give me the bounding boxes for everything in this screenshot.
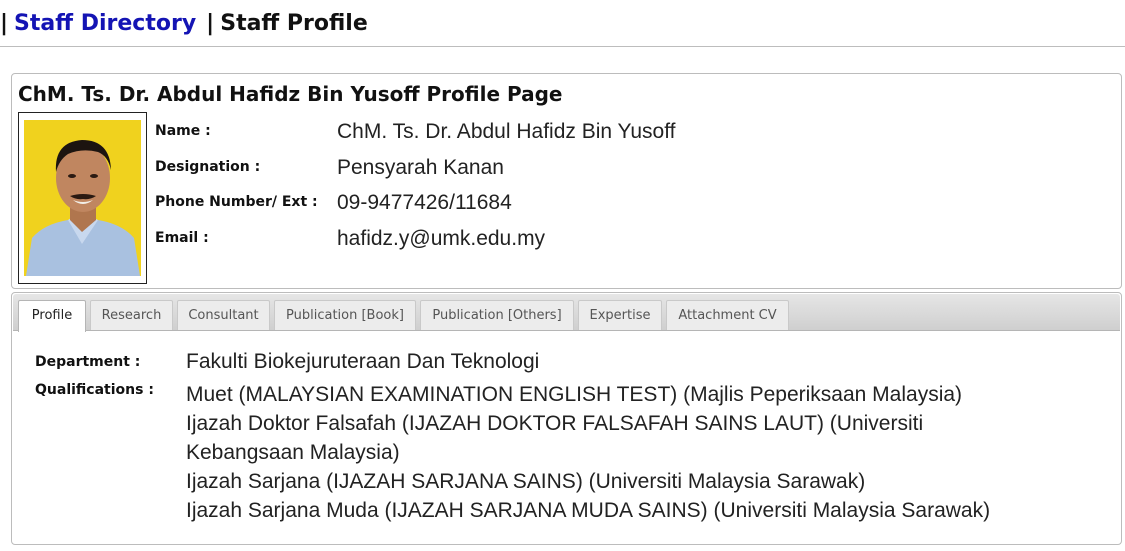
qualification-item: Muet (MALAYSIAN EXAMINATION ENGLISH TEST… xyxy=(186,383,963,406)
tab-publication-book[interactable]: Publication [Book] xyxy=(274,300,416,330)
profile-photo xyxy=(24,120,141,276)
profile-page-title: ChM. Ts. Dr. Abdul Hafidz Bin Yusoff Pro… xyxy=(18,82,563,106)
profile-tabs-panel: Profile Research Consultant Publication … xyxy=(11,292,1122,545)
qualifications-label: Qualifications : xyxy=(35,382,154,398)
email-value[interactable]: hafidz.y@umk.edu.my xyxy=(337,227,545,251)
breadcrumb-separator: | xyxy=(0,11,9,36)
staff-directory-link[interactable]: Staff Directory xyxy=(14,11,196,36)
profile-card: ChM. Ts. Dr. Abdul Hafidz Bin Yusoff Pro… xyxy=(11,73,1122,289)
phone-label: Phone Number/ Ext : xyxy=(155,194,318,210)
person-photo-icon xyxy=(24,120,141,276)
designation-label: Designation : xyxy=(155,159,261,175)
profile-photo-frame xyxy=(18,112,147,284)
qualification-item: Ijazah Sarjana (IJAZAH SARJANA SAINS) (U… xyxy=(186,470,866,493)
current-page-label: Staff Profile xyxy=(220,11,368,36)
department-value: Fakulti Biokejuruteraan Dan Teknologi xyxy=(186,350,540,373)
tab-profile[interactable]: Profile xyxy=(18,300,86,332)
phone-value: 09-9477426/11684 xyxy=(337,191,512,214)
email-label: Email : xyxy=(155,230,209,246)
tab-research[interactable]: Research xyxy=(90,300,173,330)
tab-publication-others[interactable]: Publication [Others] xyxy=(420,300,574,330)
breadcrumb: | Staff Directory | Staff Profile xyxy=(0,0,1125,47)
department-label: Department : xyxy=(35,354,141,370)
tab-bar: Profile Research Consultant Publication … xyxy=(13,294,1120,332)
tab-consultant[interactable]: Consultant xyxy=(177,300,270,330)
qualification-item: Ijazah Sarjana Muda (IJAZAH SARJANA MUDA… xyxy=(186,499,991,522)
tab-expertise[interactable]: Expertise xyxy=(578,300,662,330)
breadcrumb-separator: | xyxy=(206,11,215,36)
tab-attachment-cv[interactable]: Attachment CV xyxy=(666,300,789,330)
qualifications-list-container: Muet (MALAYSIAN EXAMINATION ENGLISH TEST… xyxy=(186,380,1086,525)
name-label: Name : xyxy=(155,123,211,139)
name-value: ChM. Ts. Dr. Abdul Hafidz Bin Yusoff xyxy=(337,120,676,143)
qualifications-list: Muet (MALAYSIAN EXAMINATION ENGLISH TEST… xyxy=(186,380,1086,525)
designation-value: Pensyarah Kanan xyxy=(337,156,504,179)
qualification-item: Ijazah Doktor Falsafah (IJAZAH DOKTOR FA… xyxy=(186,412,924,464)
